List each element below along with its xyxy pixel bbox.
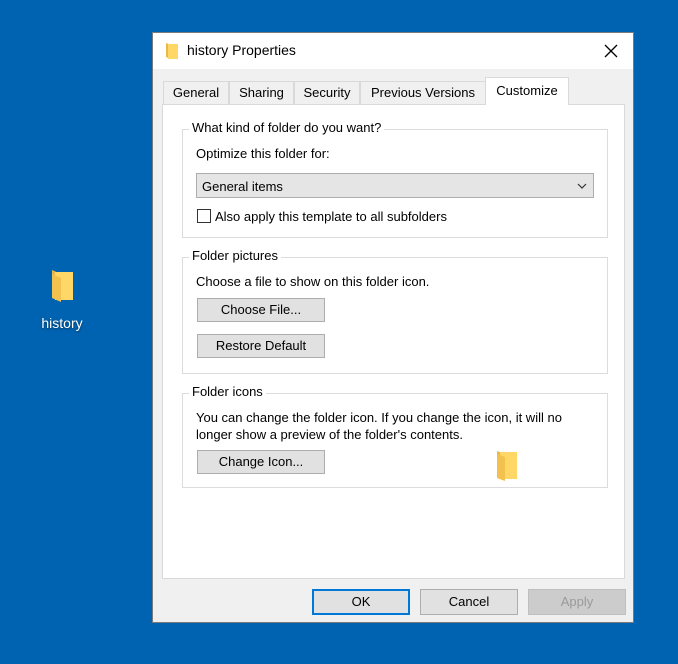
close-button[interactable]	[589, 33, 633, 69]
folder-icons-description-line1: You can change the folder icon. If you c…	[196, 410, 562, 425]
group-title: What kind of folder do you want?	[189, 120, 385, 135]
desktop-folder-history[interactable]: history	[30, 268, 94, 331]
folder-type-group: What kind of folder do you want? Optimiz…	[182, 120, 608, 238]
folder-icon	[52, 270, 73, 302]
tab-previous-versions[interactable]: Previous Versions	[360, 81, 486, 104]
apply-subfolders-label[interactable]: Also apply this template to all subfolde…	[215, 209, 447, 224]
folder-pictures-group: Folder pictures Choose a file to show on…	[182, 248, 608, 374]
properties-dialog: history Properties General Sharing Secur…	[152, 32, 634, 623]
cancel-button[interactable]: Cancel	[420, 589, 518, 615]
restore-default-button[interactable]: Restore Default	[197, 334, 325, 358]
apply-button[interactable]: Apply	[528, 589, 626, 615]
ok-button[interactable]: OK	[312, 589, 410, 615]
optimize-label: Optimize this folder for:	[196, 146, 330, 161]
choose-file-button[interactable]: Choose File...	[197, 298, 325, 322]
group-title: Folder icons	[189, 384, 266, 399]
folder-icon	[166, 43, 178, 59]
desktop-icon-label: history	[41, 315, 83, 331]
dropdown-value: General items	[202, 179, 283, 194]
tab-sharing[interactable]: Sharing	[229, 81, 294, 104]
dialog-title: history Properties	[187, 42, 296, 58]
folder-icons-description-line2: longer show a preview of the folder's co…	[196, 427, 463, 442]
chevron-down-icon	[577, 183, 587, 189]
close-icon	[604, 44, 618, 58]
customize-panel: What kind of folder do you want? Optimiz…	[162, 104, 625, 579]
change-icon-button[interactable]: Change Icon...	[197, 450, 325, 474]
optimize-dropdown[interactable]: General items	[196, 173, 594, 198]
title-bar: history Properties	[153, 33, 633, 69]
folder-icons-group: Folder icons You can change the folder i…	[182, 384, 608, 488]
folder-pictures-description: Choose a file to show on this folder ico…	[196, 274, 430, 289]
tab-general[interactable]: General	[163, 81, 229, 104]
apply-subfolders-checkbox[interactable]	[197, 209, 211, 223]
group-title: Folder pictures	[189, 248, 281, 263]
folder-preview-icon	[497, 451, 517, 481]
tab-security[interactable]: Security	[294, 81, 360, 104]
tab-customize[interactable]: Customize	[485, 77, 569, 105]
